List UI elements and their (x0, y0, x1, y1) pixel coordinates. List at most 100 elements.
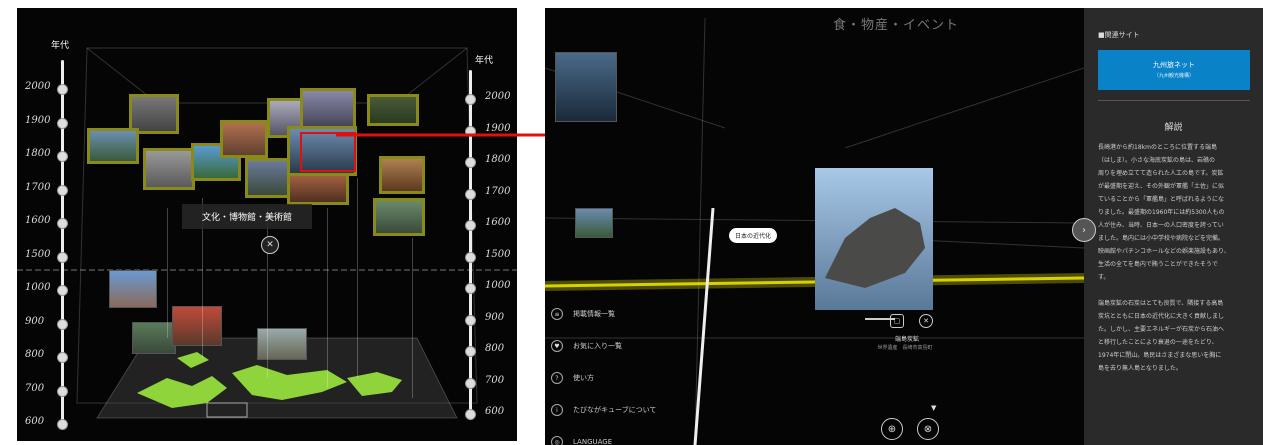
timeline-left-dot[interactable] (57, 251, 68, 263)
axis-title-left: 年代 (51, 41, 70, 51)
island-shape (825, 208, 925, 288)
photo-hillside[interactable] (373, 198, 425, 236)
timeline-right-dot[interactable] (465, 314, 476, 326)
timeline-left-dot[interactable] (57, 419, 68, 430)
axis-title-right: 年代 (475, 56, 494, 66)
timeline-right-year-label: 700 (485, 374, 505, 386)
timeline-left-dot[interactable] (57, 151, 68, 162)
timeline-right-year-label: 800 (485, 343, 505, 354)
cube-detail-panel[interactable]: 食・物産・イベント 日本の近代化 ▢ ✕ 端島炭鉱 世界遺産 長崎市高島町 ⊕ … (545, 8, 1263, 445)
timeline-right-year-label: 600 (485, 406, 505, 417)
explanation-line: ていることから「軍艦島」と呼ばれるようにな (1098, 196, 1225, 203)
related-sites-heading: ■関連サイト (1098, 31, 1140, 39)
info-icon: i (551, 404, 563, 416)
explanation-line (1098, 284, 1256, 297)
explanation-line: と移行したことにより衰退の一途をたどり、 (1098, 339, 1218, 346)
menu-item-label: 使い方 (573, 374, 594, 382)
timeline-right-year-label: 1000 (485, 280, 511, 291)
explanation-line: た。しかし、主要エネルギーが石炭から石油へ (1098, 326, 1225, 333)
category-tooltip: 文化・博物館・美術館 (182, 204, 312, 229)
photo-festival[interactable] (172, 306, 222, 346)
timeline-right-year-label: 1700 (485, 185, 511, 197)
timeline-left-year-label: 900 (25, 315, 45, 327)
timeline-left-year-label: 700 (25, 382, 45, 394)
photo-temple[interactable] (220, 120, 268, 158)
help-icon: ? (551, 372, 563, 384)
zoom-out-icon[interactable]: ⊗ (917, 418, 939, 440)
photo-forest[interactable] (132, 322, 176, 354)
photo-chapel[interactable] (143, 148, 195, 190)
timeline-left-year-label: 2000 (25, 81, 51, 92)
heart-icon: ♥ (551, 340, 563, 352)
timeline-right-dot[interactable] (465, 188, 476, 200)
photo-museum[interactable] (287, 173, 349, 205)
timeline-left[interactable] (61, 60, 64, 430)
explanation-line: 炭坑とともに日本の近代化に大きく貢献しまし (1098, 313, 1225, 320)
photo-caption-sub: 世界遺産 長崎市高島町 (877, 345, 933, 351)
timeline-left-dot[interactable] (57, 117, 68, 129)
timeline-left-dot[interactable] (57, 184, 68, 196)
photo-coast[interactable] (87, 128, 139, 164)
close-icon[interactable]: ✕ (919, 314, 933, 328)
menu-item[interactable]: i たびながキューブについて (551, 404, 656, 416)
thumb-gunkanjima-small[interactable] (555, 52, 617, 122)
menu-item[interactable]: ◎ LANGUAGE (551, 436, 612, 445)
explanation-line: 周りを埋め立てて造られた人工の島です。炭鉱 (1098, 170, 1224, 177)
related-site-button[interactable]: 九州旅ネット （九州観光機構） (1098, 50, 1250, 90)
menu-item[interactable]: ≡ 掲載情報一覧 (551, 308, 615, 320)
timeline-left-year-label: 800 (25, 349, 45, 360)
timeline-left-dot[interactable] (57, 285, 68, 296)
explanation-line: りました。最盛期の1960年には約5300人もの (1098, 209, 1225, 216)
photo-town[interactable] (257, 328, 307, 360)
explanation-line: 人が住み、当時、日本一の人口密度を誇ってい (1098, 222, 1224, 229)
timeline-left-dot[interactable] (57, 318, 68, 330)
chevron-down-icon: ▼ (931, 404, 937, 412)
timeline-right-year-label: 900 (485, 311, 505, 323)
chevron-right-icon[interactable]: › (1072, 218, 1096, 242)
explanation-line: 映画館やパチンコホールなどの娯楽施設もあり、 (1098, 248, 1230, 255)
explanation-text: 長崎港から約18kmのところに位置する端島 （はしま）。小さな海底炭鉱の島は、岩礁… (1098, 141, 1256, 375)
explanation-heading: 解説 (1164, 123, 1183, 133)
timeline-left-dot[interactable] (57, 84, 68, 95)
explanation-line: す。 (1098, 274, 1110, 281)
timeline-right-dot[interactable] (465, 283, 476, 294)
close-icon[interactable]: ✕ (261, 236, 279, 254)
square-icon[interactable]: ▢ (890, 314, 904, 328)
explanation-line: （はしま）。小さな海底炭鉱の島は、岩礁の (1098, 157, 1216, 164)
timeline-right-dot[interactable] (465, 220, 476, 231)
timeline-left-dot[interactable] (57, 352, 68, 363)
globe-icon: ◎ (551, 436, 563, 445)
timeline-right-dot[interactable] (465, 94, 476, 105)
info-sidebar: ■関連サイト 九州旅ネット （九州観光機構） 解説 長崎港から約18kmのところ… (1084, 8, 1263, 445)
explanation-line: が最盛期を迎え、その外観が軍艦「土佐」に似 (1098, 183, 1225, 190)
explanation-line: 端島炭鉱の石炭はとても良質で、隣接する高島 (1098, 300, 1224, 307)
pin-label[interactable]: 日本の近代化 (729, 228, 778, 243)
timeline-left-dot[interactable] (57, 385, 68, 397)
timeline-left-year-label: 1800 (25, 148, 51, 159)
timeline-right-year-label: 1500 (485, 248, 511, 260)
menu-item-label: たびながキューブについて (573, 406, 657, 414)
cube-overview-panel[interactable]: 年代 2000 1900 1800 1700 1600 1500 1000 900 800 700… (17, 8, 517, 441)
timeline-right-dot[interactable] (465, 409, 476, 420)
explanation-line: ました。島内には小中学校や病院などを完備。 (1098, 235, 1225, 242)
photo-lighthouse[interactable] (109, 270, 157, 308)
thumb-coast[interactable] (575, 208, 613, 238)
timeline-right-dot[interactable] (465, 377, 476, 389)
timeline-left-dot[interactable] (57, 218, 68, 229)
menu-item[interactable]: ? 使い方 (551, 372, 594, 384)
timeline-left-year-label: 1000 (25, 282, 51, 293)
explanation-line: 長崎港から約18kmのところに位置する端島 (1098, 144, 1217, 151)
timeline-right-dot[interactable] (465, 346, 476, 357)
main-photo-gunkanjima[interactable] (815, 168, 933, 310)
divider (1098, 100, 1250, 101)
timeline-left-year-label: 1900 (25, 114, 51, 126)
menu-item-label: 掲載情報一覧 (573, 310, 615, 318)
related-site-button-label: 九州旅ネット (1153, 61, 1195, 69)
timeline-right-dot[interactable] (465, 251, 476, 263)
timeline-left-year-label: 1500 (25, 248, 51, 260)
menu-item[interactable]: ♥ お気に入り一覧 (551, 340, 622, 352)
explanation-line: 1974年に閉山。島民はさまざまな思いを胸に (1098, 352, 1222, 359)
timeline-right-year-label: 2000 (485, 91, 511, 102)
menu-item-label: LANGUAGE (573, 438, 613, 445)
zoom-in-icon[interactable]: ⊕ (881, 418, 903, 440)
